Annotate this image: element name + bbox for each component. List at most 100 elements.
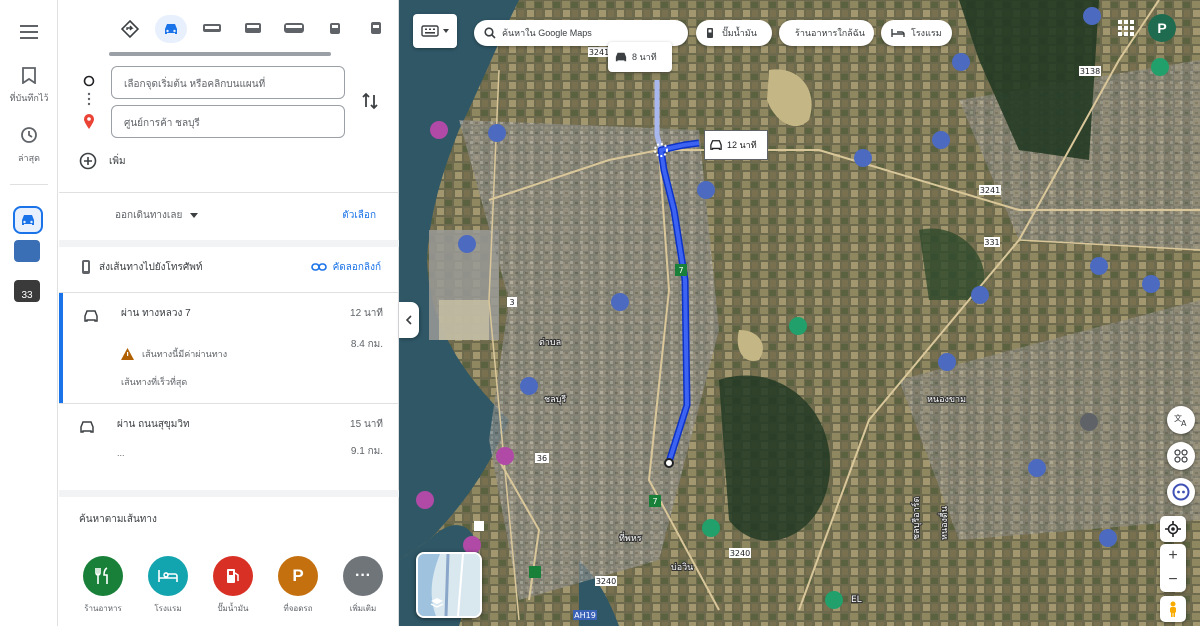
mode-driving[interactable] [150,12,191,46]
input-tools-button[interactable] [413,14,457,48]
route-duration-tooltip[interactable]: 8 นาที [608,42,672,72]
copy-link-label: คัดลอกลิงก์ [332,261,381,273]
route-option-2[interactable]: ผ่าน ถนนสุขุมวิท 15 นาที 9.1 กม. ... [59,404,399,490]
recent-place-thumbnail-2[interactable]: 33 [14,280,40,302]
route-tip-text: 8 นาที [632,52,657,62]
my-location-button[interactable] [1160,516,1186,542]
caret-down-icon [190,213,199,218]
route-warning-text: เส้นทางนี้มีค่าผ่านทาง [142,349,228,359]
mode-flight[interactable] [355,12,396,46]
motorcycle-icon [202,24,221,32]
car-icon [615,52,627,62]
mode-indicator-bar [109,52,331,56]
route-diamond-icon [120,20,139,38]
chip-hotel[interactable]: โรงแรม [881,20,952,46]
route-duration: 12 นาที 8.4 กม. [350,306,383,352]
apps-grid-icon[interactable] [1116,18,1136,38]
street-view-pegman[interactable] [1160,596,1186,622]
category-label: ปั๊มน้ำมัน [217,604,249,613]
caret-down-icon [443,29,449,33]
saved-button[interactable] [14,60,44,90]
car-icon [22,215,34,225]
menu-button[interactable] [14,17,44,47]
section-divider [59,240,399,247]
copy-link-button[interactable]: คัดลอกลิงก์ [310,260,381,275]
road-label: 3 [509,298,514,307]
hotel-icon [148,556,188,596]
category-more[interactable]: ··· เพิ่มเติม [343,556,383,615]
recent-button[interactable] [14,120,44,150]
car-icon [80,421,94,433]
road-label: 3138 [1080,67,1100,76]
train-icon [283,23,304,33]
car-icon [164,24,177,34]
zoom-in-button[interactable]: + [1160,544,1186,568]
chip-gas[interactable]: ปั๊มน้ำมัน [696,20,772,46]
search-along-route-heading: ค้นหาตามเส้นทาง [79,514,157,525]
explore-nearby-button[interactable] [1167,442,1195,470]
chip-restaurant[interactable]: ร้านอาหารใกล้ฉัน [779,20,874,46]
mode-motorcycle[interactable] [191,12,232,46]
category-gas[interactable]: ปั๊มน้ำมัน [213,556,253,615]
zoom-out-button[interactable]: − [1160,568,1186,592]
search-icon [484,27,496,39]
mode-cycling[interactable] [314,12,355,46]
account-avatar[interactable]: P [1148,14,1176,42]
send-to-phone-label: ส่งเส้นทางไปยังโทรศัพท์ [99,261,203,273]
divider [59,192,399,193]
route-options-link[interactable]: ตัวเลือก [342,208,376,223]
zoom-controls: + − [1160,544,1186,592]
road-label: 3240 [596,577,616,586]
origin-input[interactable]: เลือกจุดเริ่มต้น หรือคลิกบนแผนที่ [111,66,345,99]
mode-walking[interactable] [273,12,314,46]
directions-panel: เลือกจุดเริ่มต้น หรือคลิกบนแผนที่ ศูนย์ก… [59,0,399,626]
category-parking[interactable]: P ที่จอดรถ [278,556,318,615]
thumb-badge: 33 [21,290,33,301]
place-label: ชลบุรี [544,394,566,405]
recent-place-thumbnail[interactable] [14,240,40,262]
origin-circle-icon [83,75,95,87]
link-icon [310,263,327,271]
route-duration: 15 นาที 9.1 กม. [350,417,383,459]
send-to-phone-button[interactable]: ส่งเส้นทางไปยังโทรศัพท์ [81,259,202,275]
road-label: 7 [652,497,657,506]
route-option-1[interactable]: ผ่าน ทางหลวง 7 12 นาที 8.4 กม. เส้นทางนี… [59,293,399,403]
restaurant-icon [83,556,123,596]
satellite-map: 3241 3138 3241 331 3240 3240 AH19 36 3 7… [399,0,1200,626]
section-divider [59,490,399,497]
nearby-categories: ร้านอาหาร โรงแรม ปั๊มน้ำมัน P ที่จอดรถ ·… [83,556,383,615]
road-label: 3241 [980,186,1000,195]
history-icon [21,127,37,143]
explore-grid-icon [1174,449,1188,463]
place-label: EL [851,595,862,605]
route-distance: 8.4 กม. [350,339,383,350]
route-callout-text: 12 นาที [727,140,757,150]
destination-pin-icon [84,114,94,129]
chevron-left-icon [406,315,412,325]
translate-button[interactable]: 文A [1167,406,1195,434]
destination-input[interactable]: ศูนย์การค้า ชลบุรี [111,105,345,138]
travel-mode-tabs [109,12,396,46]
swap-waypoints-icon[interactable] [359,90,381,112]
layers-button[interactable] [416,552,482,618]
assistant-button[interactable] [1167,478,1195,506]
category-restaurant[interactable]: ร้านอาหาร [83,556,123,615]
category-hotel[interactable]: โรงแรม [148,556,188,615]
route-title: ผ่าน ถนนสุขุมวิท [117,419,190,430]
route-meta: ... [117,448,125,458]
gas-station-icon [707,28,713,38]
depart-time-dropdown[interactable]: ออกเดินทางเลย [115,208,199,223]
route-title: ผ่าน ทางหลวง 7 [121,308,191,319]
hotel-icon [891,29,905,37]
category-label: โรงแรม [154,604,182,613]
collapse-panel-button[interactable] [399,302,419,338]
rail-directions-button[interactable] [13,206,43,234]
chip-label: ปั๊มน้ำมัน [722,28,757,38]
left-rail: ที่บันทึกไว้ ล่าสุด 33 [0,0,58,626]
mode-transit[interactable] [232,12,273,46]
add-destination-button[interactable]: เพิ่ม [79,152,126,170]
route-time-callout[interactable]: 12 นาที [704,130,768,160]
car-icon [84,310,98,322]
map-canvas[interactable]: 3241 3138 3241 331 3240 3240 AH19 36 3 7… [399,0,1200,626]
mode-best[interactable] [109,12,150,46]
